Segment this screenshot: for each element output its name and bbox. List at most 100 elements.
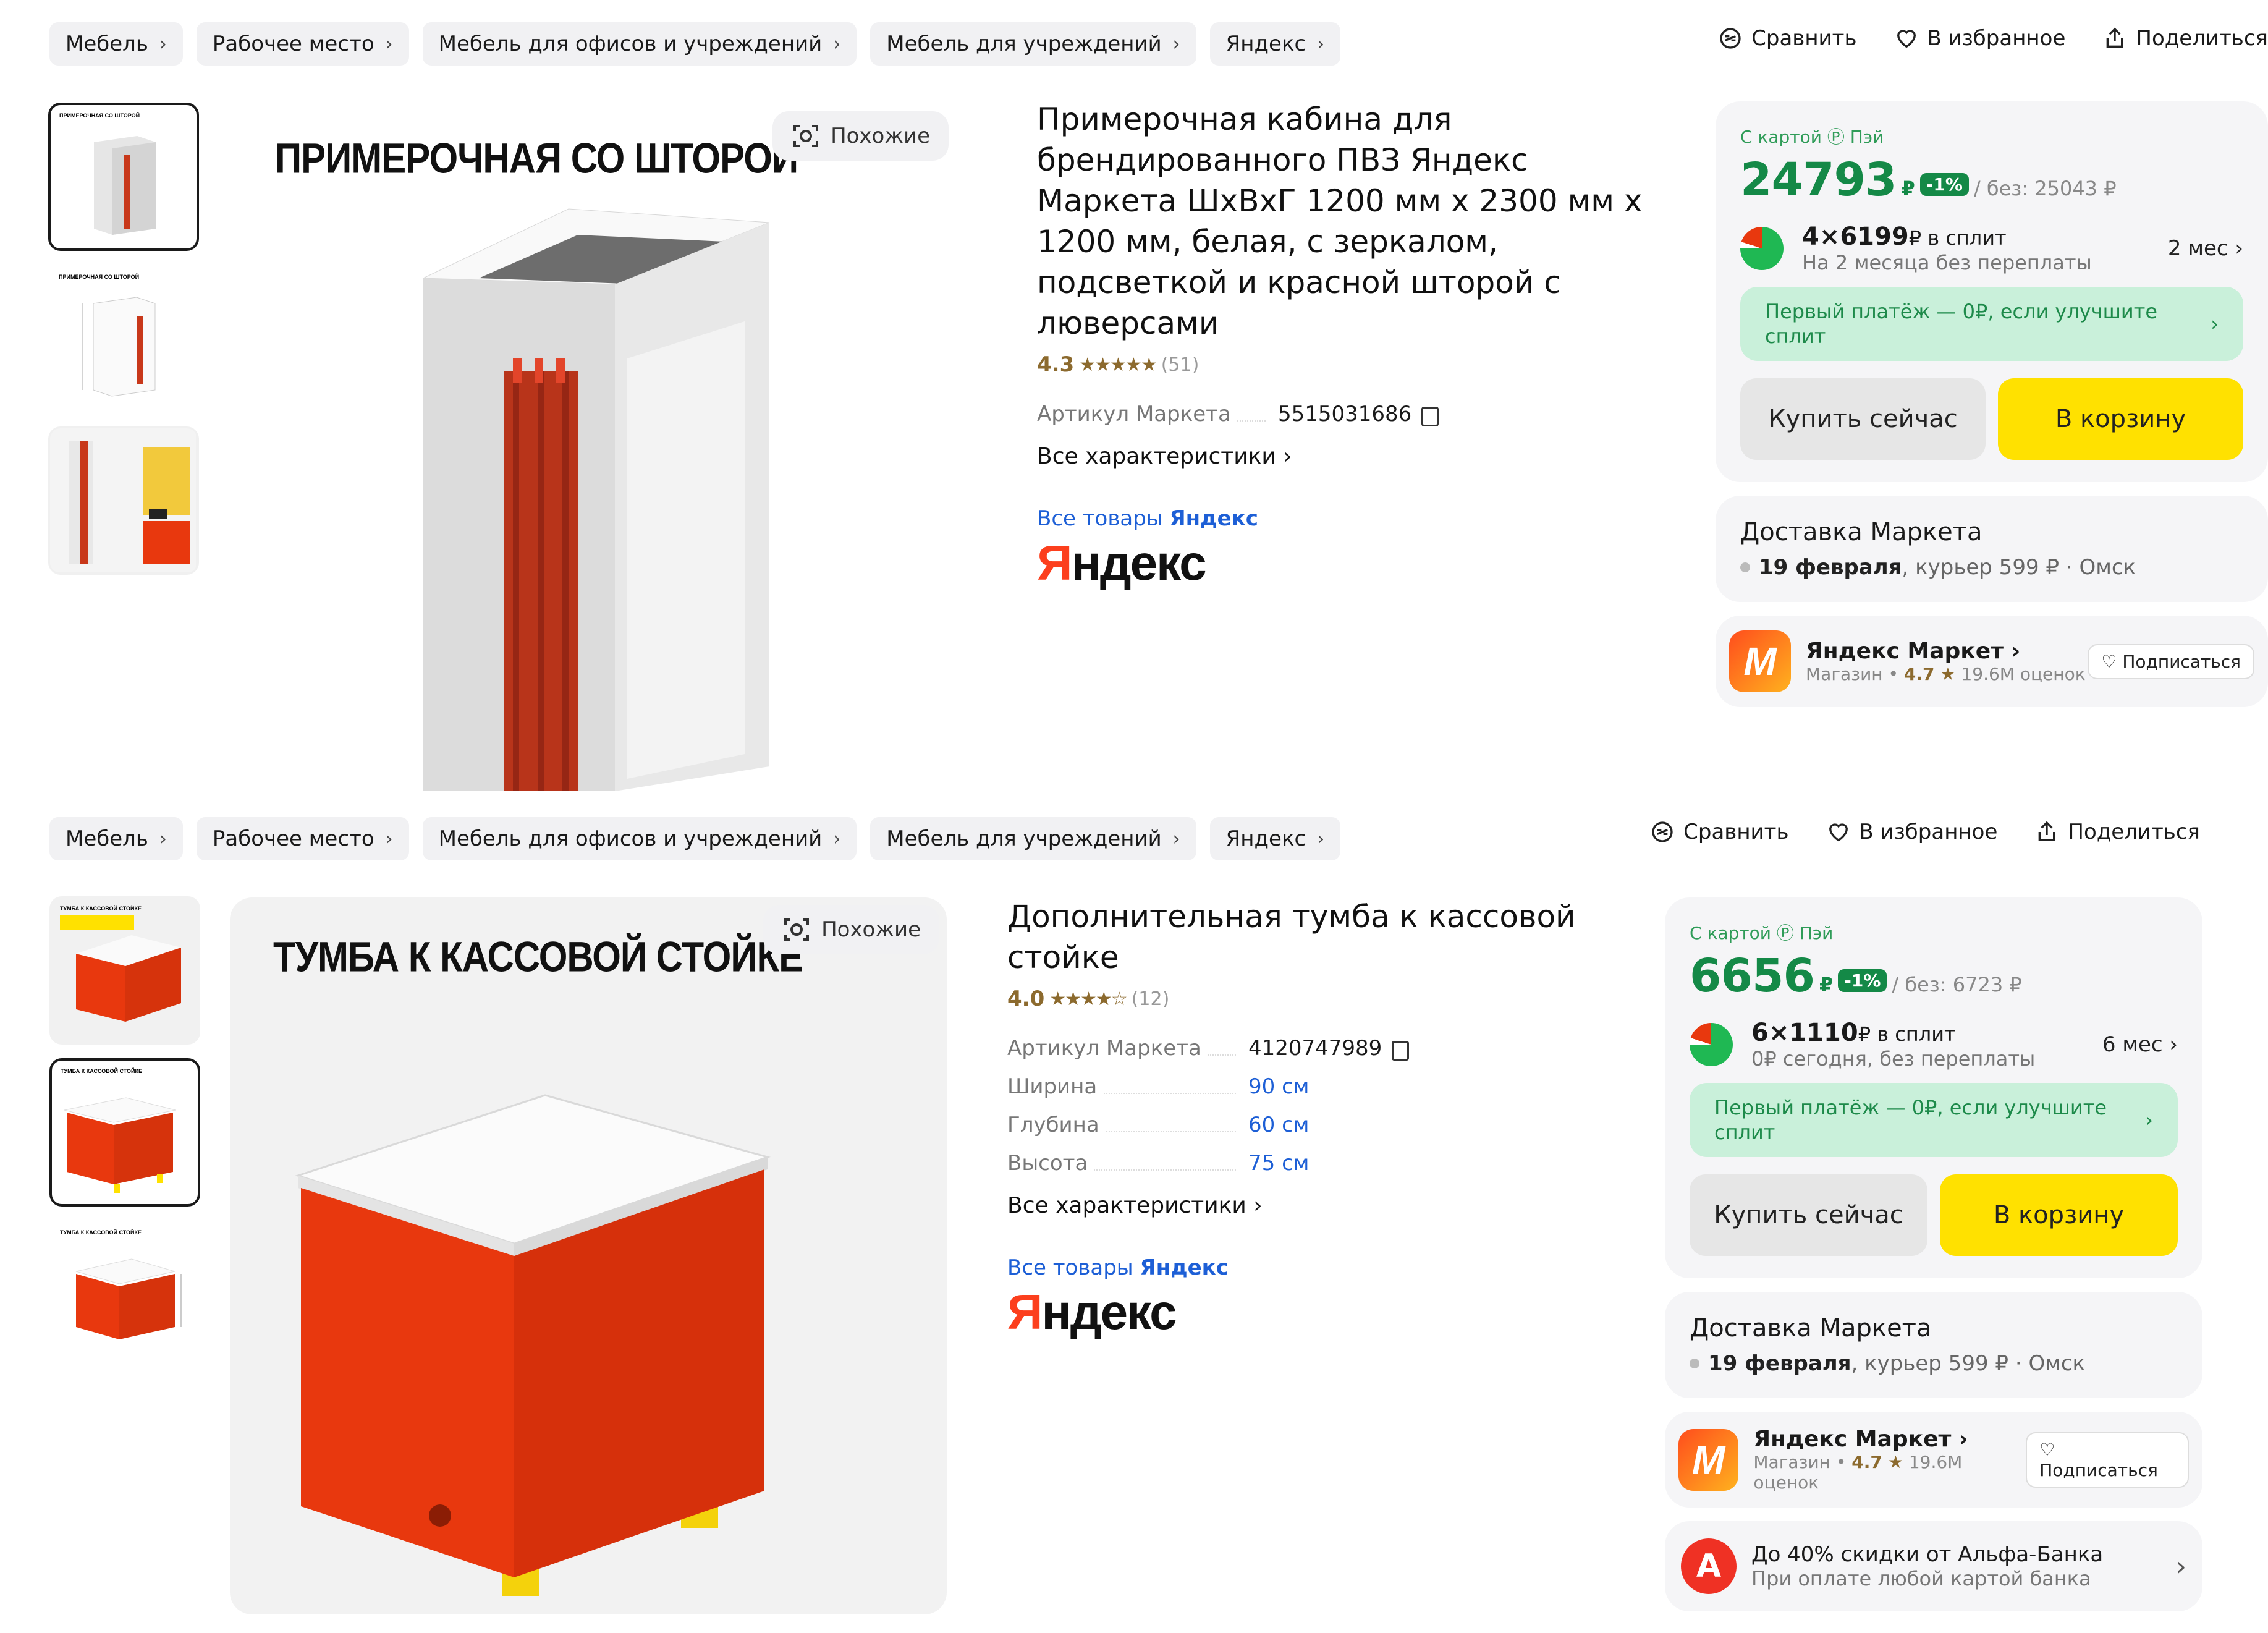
buy-now-button[interactable]: Купить сейчас [1690,1174,1927,1256]
product-title: Примерочная кабина для брендированного П… [1037,101,1643,341]
delivery-title: Доставка Маркета [1740,518,1982,546]
thumbnail-caption: ТУМБА К КАССОВОЙ СТОЙКЕ [60,1229,142,1236]
pay-card-label: С картой Ⓟ Пэй [1690,923,1834,943]
first-payment-banner[interactable]: Первый платёж — 0₽, если улучшите сплит … [1740,287,2243,361]
rating[interactable]: 4.3 ★★★★★ (51) [1037,352,1667,377]
thumbnail-list: ТУМБА К КАССОВОЙ СТОЙКЕ ТУМБА К КАССОВОЙ… [49,896,200,1368]
shop-card[interactable]: M Яндекс Маркет › Магазин • 4.7 ★ 19.6M … [1716,616,2268,707]
product-title: Дополнительная тумба к кассовой стойке [1007,899,1576,975]
brand-goods-link[interactable]: Все товары Яндекс [1007,1255,1638,1280]
chevron-right-icon: › [1317,828,1325,850]
delivery-card[interactable]: Доставка Маркета 19 февраля, курьер 599 … [1716,496,2268,602]
product-page-cabinet: Мебель › Рабочее место › Мебель для офисов… [0,797,2268,1633]
compare-button[interactable]: Сравнить [1718,26,1857,51]
sku-value: 5515031686 [1278,402,1412,426]
thumbnail[interactable] [48,426,199,575]
status-dot-icon [1690,1359,1699,1368]
discount-badge: -1% [1919,173,1969,196]
split-pie-icon [1740,227,1784,270]
spec-row: Ширина 90 см [1007,1074,1310,1099]
yandex-market-logo-icon: M [1729,630,1791,692]
star-icons: ★★★★★ [1079,354,1157,376]
main-product-image[interactable]: ПРИМЕРОЧНАЯ СО ШТОРОЙ Похожие [232,99,986,791]
heart-icon [1897,30,1916,48]
thumbnail-caption: ПРИМЕРОЧНАЯ СО ШТОРОЙ [59,273,139,280]
chevron-right-icon: › [1283,444,1292,469]
breadcrumb-item[interactable]: Мебель для учреждений › [870,817,1196,860]
split-pie-icon [1690,1023,1733,1066]
thumbnail[interactable]: ТУМБА К КАССОВОЙ СТОЙКЕ [49,1220,200,1368]
thumbnail[interactable]: ТУМБА К КАССОВОЙ СТОЙКЕ [49,1058,200,1207]
depth-value[interactable]: 60 см [1248,1113,1309,1137]
share-button[interactable]: Поделиться [2034,820,2200,844]
reviews-count: (12) [1131,988,1170,1010]
add-to-cart-button[interactable]: В корзину [1940,1174,2178,1256]
all-characteristics-link[interactable]: Все характеристики › [1037,444,1667,469]
shop-card[interactable]: M Яндекс Маркет › Магазин • 4.7 ★ 19.6M … [1665,1412,2202,1508]
breadcrumb-item[interactable]: Мебель › [49,817,183,860]
breadcrumb-item[interactable]: Мебель для офисов и учреждений › [422,817,857,860]
thumbnail[interactable]: ТУМБА К КАССОВОЙ СТОЙКЕ [49,896,200,1045]
subscribe-button[interactable]: ♡ Подписаться [2026,1432,2189,1488]
fitting-room-thumbnail-image: ПРИМЕРОЧНАЯ СО ШТОРОЙ [59,112,156,235]
price-card: С картой Ⓟ Пэй 6656 ₽ -1% / без: 6723 ₽ … [1665,897,2202,1278]
share-icon [2039,821,2055,841]
cabinet-illustration [295,1094,771,1596]
buy-now-button[interactable]: Купить сейчас [1740,378,1986,460]
breadcrumb-item[interactable]: Рабочее место › [196,22,409,66]
chevron-right-icon: › [1172,33,1180,55]
breadcrumb-item[interactable]: Мебель › [49,22,183,66]
alfa-bank-promo[interactable]: А До 40% скидки от Альфа-Банка При оплат… [1665,1521,2202,1611]
breadcrumb-item[interactable]: Мебель для учреждений › [870,22,1196,66]
height-value[interactable]: 75 см [1248,1151,1309,1176]
price-card: С картой Ⓟ Пэй 24793 ₽ -1% / без: 25043 … [1716,101,2268,482]
reviews-count: (51) [1161,354,1200,376]
add-to-cart-button[interactable]: В корзину [1998,378,2243,460]
chevron-right-icon: › [2175,1550,2186,1582]
rating[interactable]: 4.0 ★★★★☆ (12) [1007,986,1638,1011]
rating-value: 4.3 [1037,352,1075,377]
alfa-bank-logo-icon: А [1681,1538,1737,1594]
split-months-select[interactable]: 2 мес › [2168,236,2243,261]
subscribe-button[interactable]: ♡ Подписаться [2088,643,2254,679]
delivery-card[interactable]: Доставка Маркета 19 февраля, курьер 599 … [1665,1292,2202,1398]
yandex-market-logo-icon: M [1678,1428,1739,1491]
sku-value: 4120747989 [1248,1036,1382,1061]
main-product-image[interactable]: ТУМБА К КАССОВОЙ СТОЙКЕ Похожие [230,897,947,1614]
first-payment-banner[interactable]: Первый платёж — 0₽, если улучшите сплит … [1690,1083,2178,1157]
delivery-title: Доставка Маркета [1690,1314,1932,1342]
pay-card-label: С картой Ⓟ Пэй [1740,127,1884,147]
breadcrumb-item[interactable]: Рабочее место › [196,817,409,860]
chevron-right-icon: › [1253,1193,1263,1218]
compare-icon [1720,28,1741,49]
brand-goods-link[interactable]: Все товары Яндекс [1037,506,1667,531]
discount-badge: -1% [1838,969,1887,992]
split-offer[interactable]: 4×6199₽ в сплит На 2 месяца без переплат… [1740,223,2243,274]
compare-button[interactable]: Сравнить [1650,820,1789,844]
favorite-button[interactable]: В избранное [1826,820,1997,844]
width-value[interactable]: 90 см [1248,1074,1309,1099]
copy-icon[interactable] [1421,407,1439,426]
favorite-button[interactable]: В избранное [1894,26,2065,51]
split-offer[interactable]: 6×1110₽ в сплит 0₽ сегодня, без переплат… [1690,1019,2178,1071]
compare-icon [1652,821,1673,842]
chevron-right-icon: › [2169,1032,2178,1057]
share-button[interactable]: Поделиться [2102,26,2268,51]
old-price: / без: 25043 ₽ [1973,177,2117,200]
breadcrumb-item[interactable]: Мебель для офисов и учреждений › [422,22,857,66]
chevron-right-icon: › [159,828,167,850]
chevron-right-icon: › [1317,33,1325,55]
thumbnail[interactable]: ПРИМЕРОЧНАЯ СО ШТОРОЙ [48,103,199,251]
chevron-right-icon: › [159,33,167,55]
breadcrumb: Мебель › Рабочее место › Мебель для офисов… [49,817,1341,860]
all-characteristics-link[interactable]: Все характеристики › [1007,1193,1638,1218]
yandex-logo[interactable]: Яндекс [1007,1284,1638,1341]
copy-icon[interactable] [1392,1041,1410,1061]
heart-icon [1829,823,1848,842]
thumbnail[interactable]: ПРИМЕРОЧНАЯ СО ШТОРОЙ [48,265,199,413]
yandex-logo[interactable]: Яндекс [1037,535,1667,592]
split-months-select[interactable]: 6 мес › [2102,1032,2178,1057]
breadcrumb-item[interactable]: Яндекс › [1209,22,1341,66]
rating-value: 4.0 [1007,986,1045,1011]
breadcrumb-item[interactable]: Яндекс › [1209,817,1341,860]
